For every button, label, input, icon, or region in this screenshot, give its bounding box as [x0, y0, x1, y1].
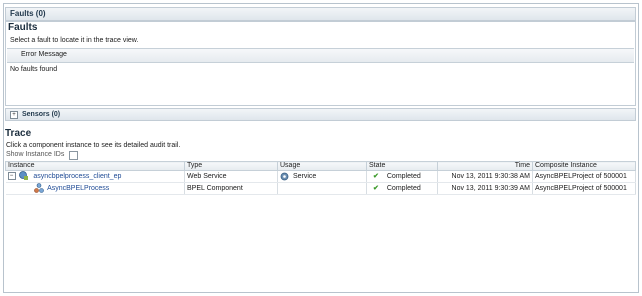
- service-gear-icon: [280, 172, 289, 181]
- collapse-tree-icon[interactable]: −: [7, 172, 16, 181]
- trace-heading: Trace: [5, 128, 32, 139]
- faults-panel-title: Faults (0): [10, 9, 46, 18]
- trace-instruction: Click a component instance to see its de…: [6, 142, 181, 149]
- sensors-expand-icon[interactable]: +: [10, 111, 18, 119]
- completed-check-icon: ✔: [373, 185, 379, 192]
- time-cell: Nov 13, 2011 9:30:38 AM: [437, 170, 533, 183]
- composite-cell: AsyncBPELProject of 500001: [532, 182, 636, 195]
- instance-link[interactable]: AsyncBPELProcess: [47, 185, 109, 192]
- time-cell: Nov 13, 2011 9:30:39 AM: [437, 182, 533, 195]
- completed-check-icon: ✔: [373, 173, 379, 180]
- instance-column-header[interactable]: Instance: [5, 161, 185, 171]
- table-row[interactable]: − asyncbpelprocess_client_ep Web Service…: [5, 170, 636, 183]
- time-column-header[interactable]: Time: [437, 161, 533, 171]
- show-instance-ids-checkbox[interactable]: [69, 151, 78, 160]
- instance-link[interactable]: asyncbpelprocess_client_ep: [33, 173, 121, 180]
- type-cell: Web Service: [184, 170, 278, 183]
- faults-panel-header[interactable]: Faults (0): [5, 7, 636, 21]
- show-instance-ids-label: Show Instance IDs: [6, 151, 65, 158]
- sensors-title: Sensors (0): [22, 111, 61, 118]
- usage-column-header[interactable]: Usage: [277, 161, 367, 171]
- usage-cell: Service: [277, 170, 367, 183]
- faults-instruction: Select a fault to locate it in the trace…: [10, 37, 139, 44]
- state-cell: ✔ Completed: [366, 170, 438, 183]
- type-cell: BPEL Component: [184, 182, 278, 195]
- state-column-header[interactable]: State: [366, 161, 438, 171]
- composite-cell: AsyncBPELProject of 500001: [532, 170, 636, 183]
- bpel-component-icon: [33, 183, 44, 193]
- faults-panel: [5, 21, 636, 106]
- type-column-header[interactable]: Type: [184, 161, 278, 171]
- state-cell: ✔ Completed: [366, 182, 438, 195]
- table-row[interactable]: AsyncBPELProcess BPEL Component ✔ Complet…: [5, 182, 636, 195]
- sensors-panel-header[interactable]: [5, 108, 636, 121]
- trace-table: Instance Type Usage State Time Composite…: [5, 161, 636, 195]
- service-endpoint-icon: [19, 171, 29, 181]
- usage-text: Service: [292, 173, 317, 180]
- state-text: Completed: [386, 185, 421, 192]
- composite-column-header[interactable]: Composite Instance: [532, 161, 636, 171]
- instance-cell: AsyncBPELProcess: [5, 182, 185, 195]
- no-faults-text: No faults found: [10, 66, 58, 73]
- faults-heading: Faults: [8, 22, 38, 33]
- error-message-column-header[interactable]: Error Message: [21, 51, 67, 58]
- state-text: Completed: [386, 173, 421, 180]
- instance-cell: − asyncbpelprocess_client_ep: [5, 170, 185, 183]
- faults-grid-header: [7, 48, 634, 63]
- usage-cell: [277, 182, 367, 195]
